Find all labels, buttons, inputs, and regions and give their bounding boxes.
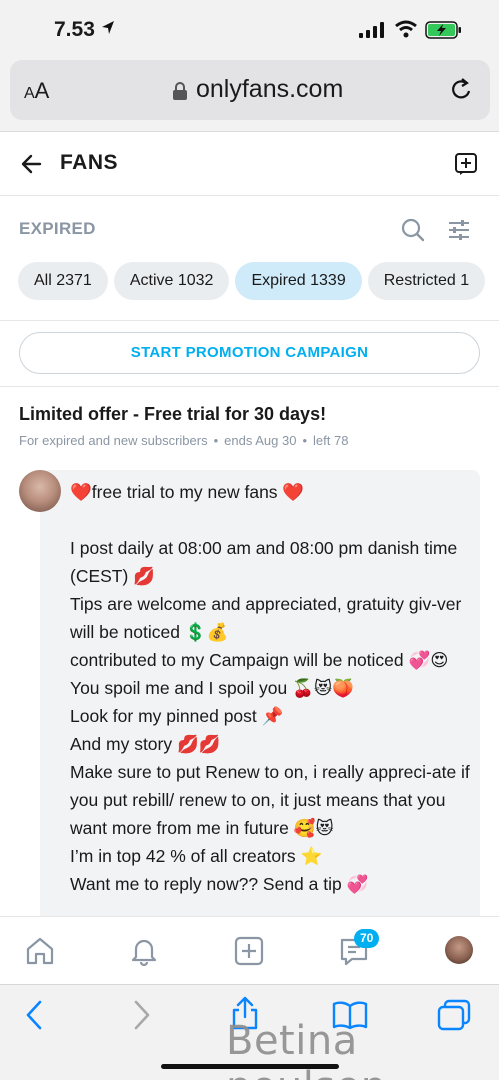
bell-icon[interactable] <box>128 935 160 967</box>
location-arrow-icon <box>102 21 114 34</box>
offer-title: Limited offer - Free trial for 30 days! <box>19 404 327 424</box>
search-icon[interactable] <box>401 218 425 242</box>
message-line: Make sure to put Renew to on, i really a… <box>70 762 470 838</box>
profile-avatar[interactable] <box>445 936 473 964</box>
signal-icon <box>359 22 384 38</box>
page-title: FANS <box>60 151 119 174</box>
chip-all[interactable]: All 2371 <box>18 262 108 300</box>
add-post-icon[interactable] <box>233 935 265 967</box>
status-bar: 7.53 <box>0 0 499 58</box>
browser-address-area: AA onlyfans.com <box>0 58 499 132</box>
reload-icon[interactable] <box>448 76 474 104</box>
chip-active[interactable]: Active 1032 <box>113 262 230 300</box>
filter-sliders-icon[interactable] <box>447 218 471 242</box>
message-line: Tips are welcome and appreciated, gratui… <box>70 594 462 642</box>
divider <box>0 386 499 387</box>
start-promotion-campaign-button[interactable]: START PROMOTION CAMPAIGN <box>19 332 480 374</box>
avatar[interactable] <box>19 470 61 512</box>
back-icon[interactable] <box>22 999 46 1031</box>
home-indicator[interactable] <box>161 1064 339 1069</box>
offer-audience: For expired and new subscribers <box>19 433 208 448</box>
address-bar[interactable]: AA onlyfans.com <box>10 60 490 120</box>
battery-charging-icon <box>425 21 461 39</box>
bottom-navigation <box>0 916 499 984</box>
divider <box>0 320 499 321</box>
watermark: Betina poulsen <box>226 1018 386 1080</box>
url-text[interactable]: onlyfans.com <box>196 75 343 104</box>
offer-left: left 78 <box>313 433 349 448</box>
forward-icon[interactable] <box>130 999 154 1031</box>
messages-badge: 70 <box>354 929 380 948</box>
list-filter-chips: All 2371 Active 1032 Expired 1339 Restricte… <box>18 262 499 300</box>
message-line: I post daily at 08:00 am and 08:00 pm da… <box>70 538 458 586</box>
wifi-icon <box>395 20 417 38</box>
page-header: FANS <box>0 132 499 196</box>
message-line: contributed to my Campaign will be notic… <box>70 650 449 670</box>
message-line: Look for my pinned post 📌 <box>70 706 284 726</box>
reader-text-size-button[interactable]: AA <box>24 78 49 104</box>
lock-icon <box>173 82 187 100</box>
message-line: You spoil me and I spoil you 🍒😻🍑 <box>70 678 354 698</box>
message-line: ❤️free trial to my new fans ❤️ <box>70 482 305 502</box>
add-list-icon[interactable] <box>454 152 478 176</box>
offer-meta: For expired and new subscribers • ends Aug… <box>19 433 349 448</box>
status-time: 7.53 <box>54 18 95 41</box>
chip-restricted[interactable]: Restricted 1 <box>367 262 486 300</box>
message-line: I’m in top 42 % of all creators ⭐ <box>70 846 323 866</box>
message-line: And my story 💋💋 <box>70 734 221 754</box>
message-line: Want me to reply now?? Send a tip 💞 <box>70 874 369 894</box>
home-icon[interactable] <box>24 935 56 967</box>
chip-expired[interactable]: Expired 1339 <box>235 262 362 300</box>
back-arrow-icon[interactable] <box>20 152 44 176</box>
list-label: EXPIRED <box>19 219 96 238</box>
offer-message: ❤️free trial to my new fans ❤️ I post da… <box>70 478 470 898</box>
offer-ends: ends Aug 30 <box>224 433 297 448</box>
